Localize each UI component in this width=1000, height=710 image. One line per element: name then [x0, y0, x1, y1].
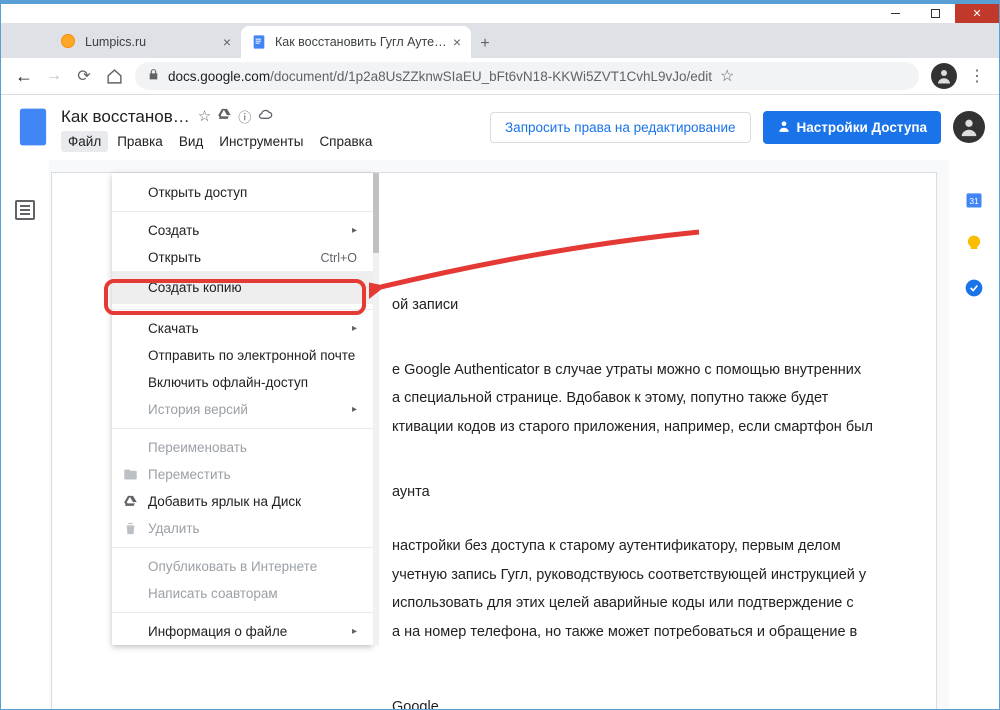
chevron-right-icon: ▸	[352, 225, 357, 236]
menu-item-details[interactable]: Информация о файле▸	[112, 618, 373, 639]
tab-title: Lumpics.ru	[85, 35, 217, 49]
doc-text: ой записи	[392, 293, 876, 318]
browser-window: ✕ Lumpics.ru × Как восстановить Гугл Аут…	[0, 0, 1000, 710]
profile-avatar[interactable]	[931, 63, 957, 89]
bookmark-icon[interactable]: ☆	[720, 66, 734, 86]
separator	[112, 428, 373, 429]
menu-view[interactable]: Вид	[172, 131, 210, 152]
url-path: /document/d/1p2a8UsZZknwSIaEU_bFt6vN18-K…	[270, 69, 712, 84]
menu-item-open[interactable]: ОткрытьCtrl+O	[112, 244, 373, 271]
reload-button[interactable]: ⟳	[69, 61, 99, 91]
doc-text: использовать для этих целей аварийные ко…	[392, 591, 876, 616]
chevron-right-icon: ▸	[352, 323, 357, 334]
shortcut-label: Ctrl+O	[321, 251, 357, 265]
menu-item-email[interactable]: Отправить по электронной почте	[112, 342, 373, 369]
menu-item-email-collab[interactable]: Написать соавторам	[112, 580, 373, 607]
doc-text: настройки без доступа к старому аутентиф…	[392, 534, 876, 559]
menu-item-add-shortcut[interactable]: Добавить ярлык на Диск	[112, 488, 373, 515]
menu-item-move[interactable]: Переместить	[112, 461, 373, 488]
tasks-icon[interactable]	[964, 278, 984, 298]
close-icon[interactable]: ×	[453, 34, 461, 50]
request-edit-button[interactable]: Запросить права на редактирование	[490, 112, 751, 143]
menu-item-version-history[interactable]: История версий▸	[112, 396, 373, 423]
doc-text: а на номер телефона, но также может потр…	[392, 620, 876, 645]
back-button[interactable]: ←	[9, 61, 39, 91]
file-menu-dropdown: Открыть доступ Создать▸ ОткрытьCtrl+O Со…	[112, 173, 373, 645]
menu-item-publish[interactable]: Опубликовать в Интернете	[112, 553, 373, 580]
separator	[112, 309, 373, 310]
menu-tools[interactable]: Инструменты	[212, 131, 310, 152]
window-titlebar: ✕	[1, 1, 999, 23]
menu-file[interactable]: Файл	[61, 131, 108, 152]
browser-tabbar: Lumpics.ru × Как восстановить Гугл Аутен…	[1, 23, 999, 58]
scrollbar-thumb[interactable]	[373, 173, 379, 253]
menu-item-delete[interactable]: Удалить	[112, 515, 373, 542]
menu-help[interactable]: Справка	[312, 131, 379, 152]
browser-toolbar: ← → ⟳ docs.google.com/document/d/1p2a8Us…	[1, 58, 999, 95]
doc-text: учетную запись Гугл, руководствуюсь соот…	[392, 563, 876, 588]
chevron-right-icon: ▸	[352, 404, 357, 415]
browser-tab-lumpics[interactable]: Lumpics.ru ×	[51, 26, 241, 58]
right-rail: 31	[949, 160, 999, 709]
doc-text: аунта	[392, 480, 876, 505]
window-close-button[interactable]: ✕	[955, 4, 999, 23]
window-minimize-button[interactable]	[875, 4, 915, 23]
chevron-right-icon: ▸	[352, 626, 357, 637]
doc-text: e Google Authenticator в случае утраты м…	[392, 358, 876, 383]
info-icon[interactable]: ⓘ	[238, 107, 251, 126]
menu-edit[interactable]: Правка	[110, 131, 170, 152]
menu-item-rename[interactable]: Переименовать	[112, 434, 373, 461]
share-label: Настройки Доступа	[797, 120, 927, 135]
cloud-icon[interactable]	[257, 107, 273, 126]
new-tab-button[interactable]: +	[471, 30, 499, 58]
home-button[interactable]	[99, 61, 129, 91]
address-bar[interactable]: docs.google.com/document/d/1p2a8UsZZknwS…	[135, 62, 919, 90]
share-button[interactable]: Настройки Доступа	[763, 111, 941, 144]
window-maximize-button[interactable]	[915, 4, 955, 23]
outline-icon[interactable]	[15, 200, 35, 220]
docs-logo-icon[interactable]	[15, 103, 51, 151]
separator	[112, 612, 373, 613]
doc-text: а специальной странице. Вдобавок к этому…	[392, 386, 876, 411]
person-icon	[777, 119, 791, 136]
drive-icon[interactable]	[217, 107, 232, 126]
keep-icon[interactable]	[964, 234, 984, 254]
favicon-icon	[251, 34, 267, 50]
doc-text: Google	[392, 695, 876, 709]
lock-icon	[147, 68, 160, 84]
svg-text:31: 31	[969, 196, 979, 206]
chrome-menu-button[interactable]: ⋮	[963, 66, 991, 86]
tab-title: Как восстановить Гугл Аутентис	[275, 35, 447, 49]
menu-item-new[interactable]: Создать▸	[112, 217, 373, 244]
doc-title[interactable]: Как восстанов…	[61, 107, 190, 127]
favicon-icon	[61, 34, 77, 50]
drive-icon	[122, 494, 138, 510]
doc-title-area: Как восстанов… ☆ ⓘ Файл Правка Вид Инстр…	[61, 107, 379, 152]
calendar-icon[interactable]: 31	[964, 190, 984, 210]
url-host: docs.google.com	[168, 69, 270, 84]
browser-tab-docs[interactable]: Как восстановить Гугл Аутентис ×	[241, 26, 471, 58]
trash-icon	[122, 521, 138, 537]
separator	[112, 547, 373, 548]
menu-item-download[interactable]: Скачать▸	[112, 315, 373, 342]
menu-item-make-copy[interactable]: Создать копию	[112, 271, 373, 304]
doc-text: ктивации кодов из старого приложения, на…	[392, 415, 876, 440]
left-rail	[1, 160, 49, 709]
docs-menubar: Файл Правка Вид Инструменты Справка	[61, 131, 379, 152]
menu-item-share[interactable]: Открыть доступ	[112, 179, 373, 206]
separator	[112, 211, 373, 212]
menu-item-offline[interactable]: Включить офлайн-доступ	[112, 369, 373, 396]
star-icon[interactable]: ☆	[198, 107, 211, 126]
account-avatar[interactable]	[953, 111, 985, 143]
forward-button[interactable]: →	[39, 61, 69, 91]
docs-header: Как восстанов… ☆ ⓘ Файл Правка Вид Инстр…	[1, 95, 999, 159]
folder-move-icon	[122, 467, 138, 483]
doc-title-icons: ☆ ⓘ	[198, 107, 273, 126]
close-icon[interactable]: ×	[223, 34, 231, 50]
